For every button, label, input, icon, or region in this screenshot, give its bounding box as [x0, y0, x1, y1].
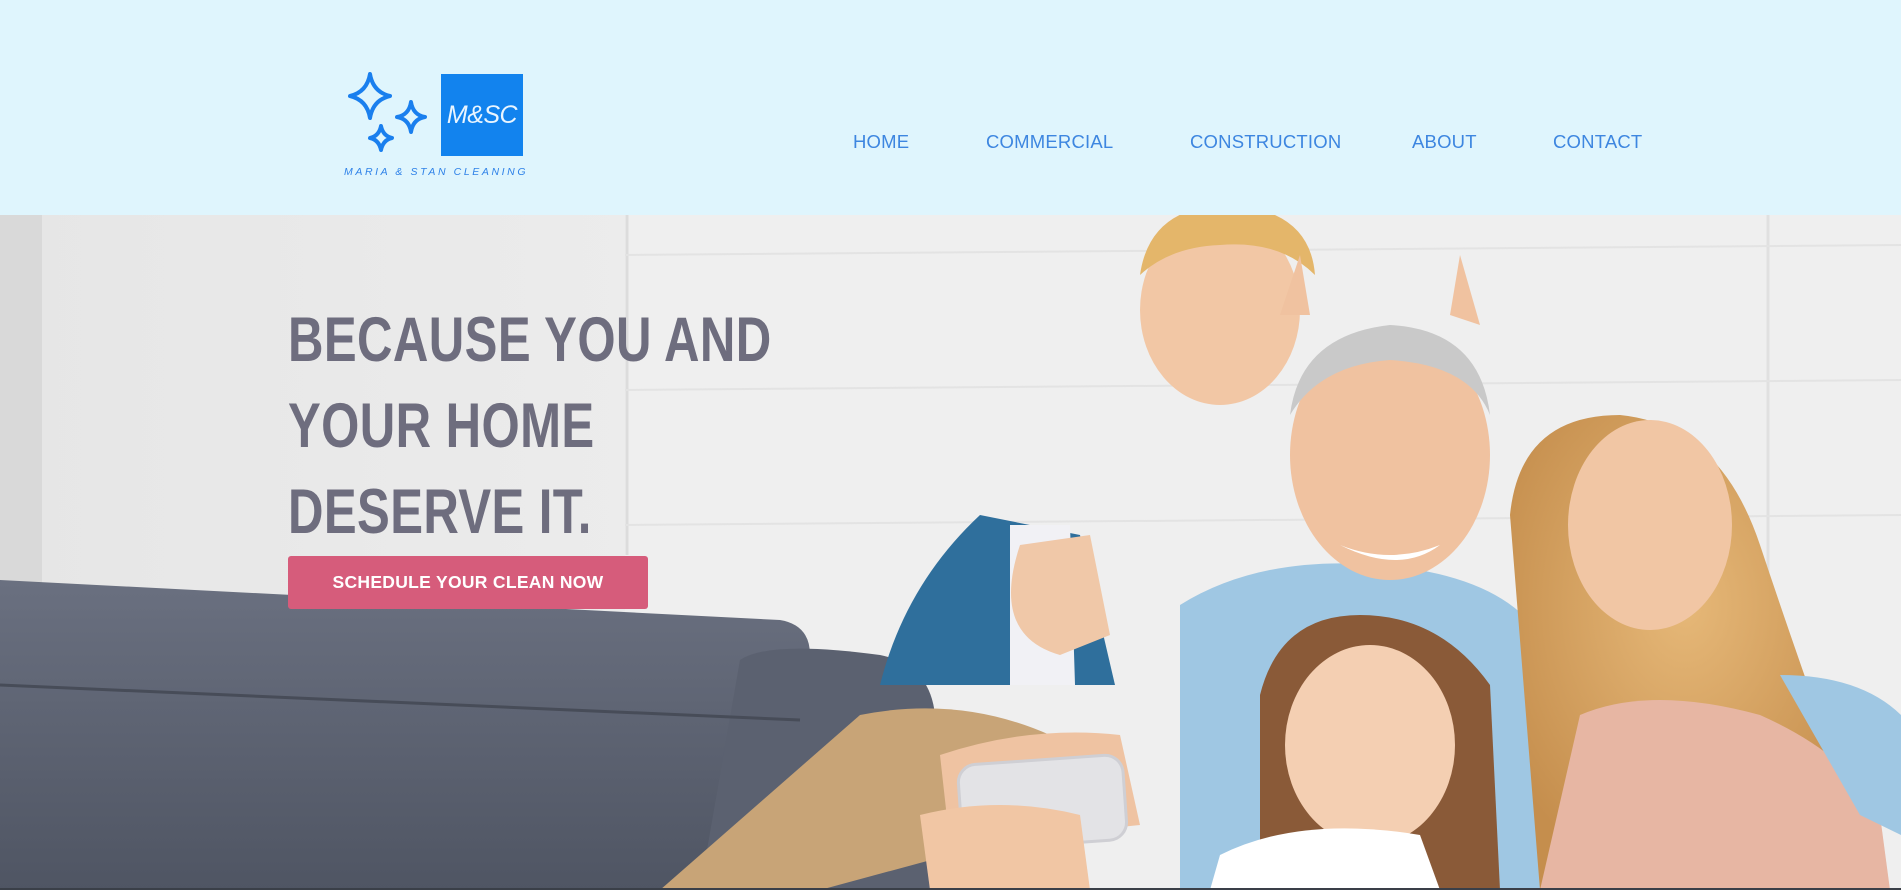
nav-item-commercial[interactable]: COMMERCIAL [986, 131, 1113, 153]
nav-item-construction[interactable]: CONSTRUCTION [1190, 131, 1341, 153]
nav-item-contact[interactable]: CONTACT [1553, 131, 1642, 153]
hero-family-photo [0, 215, 1901, 890]
hero-headline-line: YOUR HOME [288, 391, 595, 461]
hero-headline-line: BECAUSE YOU AND [288, 305, 772, 375]
site-header: M&SC MARIA & STAN CLEANING HOME COMMERCI… [0, 0, 1901, 215]
logo-tagline: MARIA & STAN CLEANING [344, 166, 529, 178]
schedule-clean-button[interactable]: SCHEDULE YOUR CLEAN NOW [288, 556, 648, 609]
main-nav: HOME COMMERCIAL CONSTRUCTION ABOUT CONTA… [0, 131, 1901, 155]
site-logo[interactable]: M&SC MARIA & STAN CLEANING [340, 70, 540, 180]
nav-item-home[interactable]: HOME [853, 131, 909, 153]
hero-section: BECAUSE YOU AND YOUR HOME DESERVE IT. SC… [0, 215, 1901, 890]
nav-item-about[interactable]: ABOUT [1412, 131, 1477, 153]
hero-headline: BECAUSE YOU AND YOUR HOME DESERVE IT. [288, 297, 772, 555]
hero-headline-line: DESERVE IT. [288, 477, 592, 547]
